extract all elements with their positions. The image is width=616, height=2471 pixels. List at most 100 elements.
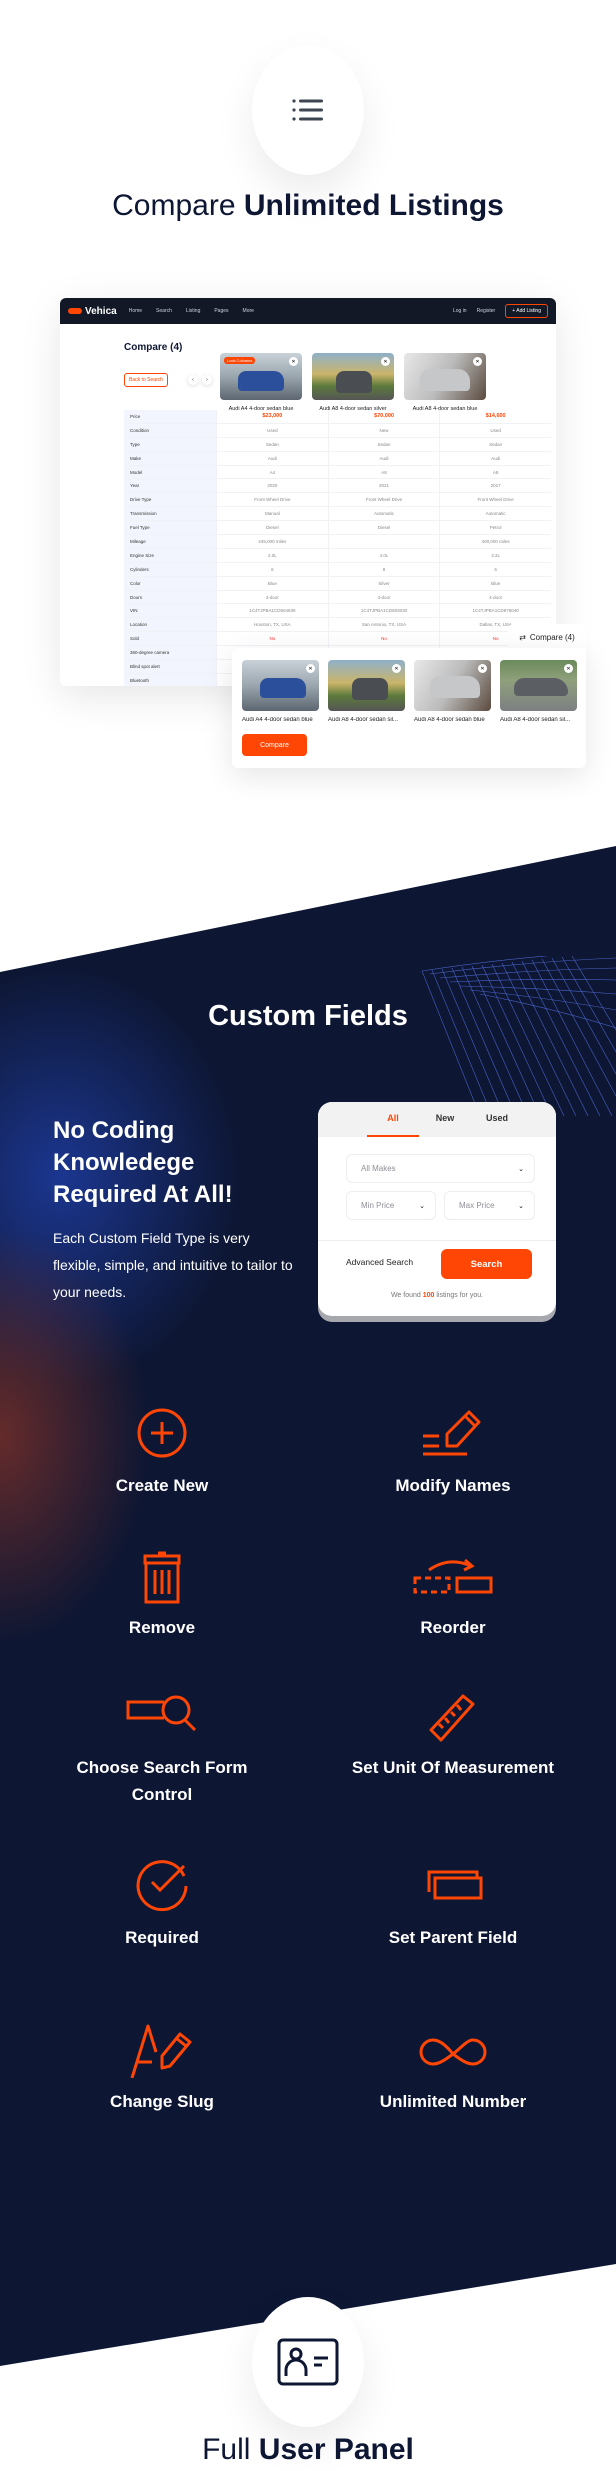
vehica-logo[interactable]: Vehica (68, 306, 117, 317)
table-row: Engine Size 2.0L 4.0L 3.2L (124, 548, 551, 563)
car-image: ✕ (312, 353, 394, 400)
row-label: Fuel Type (124, 521, 216, 535)
next-arrow-icon[interactable]: › (202, 375, 212, 385)
row-value: 8 (327, 562, 440, 576)
remove-icon[interactable]: ✕ (564, 664, 573, 673)
row-value: Silver (327, 576, 440, 590)
nav-more[interactable]: More (243, 308, 254, 314)
feature-set-unit-of-measurement: Set Unit Of Measurement (343, 1690, 563, 1781)
compare-button[interactable]: Compare (242, 734, 307, 756)
remove-icon[interactable]: ✕ (381, 357, 390, 366)
register-link[interactable]: Register (477, 308, 496, 314)
make-select[interactable]: All Makes ⌄ (346, 1154, 535, 1183)
lock-columns-badge[interactable]: Lock Columns (224, 357, 256, 364)
table-row: Cylinders 6 8 6 (124, 562, 551, 577)
list-icon (292, 99, 323, 121)
table-row: Drive Type Front Wheel Drive Front Wheel D… (124, 493, 551, 508)
min-price-select[interactable]: Min Price ⌄ (346, 1191, 436, 1220)
row-value: 4.0L (327, 548, 440, 562)
compare-page-title: Compare (4) (124, 342, 183, 353)
nav-home[interactable]: Home (129, 308, 142, 314)
results-count: We found 100 listings for you. (390, 1292, 484, 1299)
remove-icon[interactable]: ✕ (392, 664, 401, 673)
add-listing-button[interactable]: + Add Listing (505, 304, 548, 318)
feature-modify-names: Modify Names (343, 1408, 563, 1499)
car-name[interactable]: Audi A4 4-door sedan blue (242, 717, 319, 723)
condition-tabs: All New Used (318, 1102, 556, 1137)
car-name[interactable]: Audi A8 4-door sedan sil... (500, 717, 577, 723)
remove-icon[interactable]: ✕ (473, 357, 482, 366)
back-to-search-button[interactable]: Back to Search (124, 373, 168, 387)
row-value: 3.2L (439, 548, 551, 562)
check-circle-icon (52, 1860, 272, 1914)
table-row: Sold No No No (124, 632, 551, 647)
row-value: Houston, TX, USA (216, 618, 328, 632)
row-label: Make (124, 451, 216, 465)
nav-listing[interactable]: Listing (186, 308, 200, 314)
remove-icon[interactable]: ✕ (289, 357, 298, 366)
search-button[interactable]: Search (441, 1249, 532, 1279)
row-value: A8 (439, 465, 551, 479)
remove-icon[interactable]: ✕ (306, 664, 315, 673)
row-value: Sedan (439, 437, 551, 451)
advanced-search-link[interactable]: Advanced Search (346, 1257, 413, 1267)
row-value: 400,000 miles (439, 535, 551, 548)
car-image: ✕ (414, 660, 491, 711)
tab-new[interactable]: New (419, 1102, 471, 1137)
row-label: Drive Type (124, 493, 216, 507)
chevron-down-icon: ⌄ (518, 1165, 524, 1173)
custom-fields-heading: No Coding Knowledege Required At All! (53, 1117, 233, 1208)
max-price-select[interactable]: Max Price ⌄ (444, 1191, 535, 1220)
feature-unlimited-number: Unlimited Number (343, 2024, 563, 2115)
row-value: Sedan (216, 437, 328, 451)
car-image: ✕ (242, 660, 319, 711)
row-value: Audi (327, 451, 440, 465)
row-value: Sedan (327, 437, 440, 451)
pencil-lines-icon (343, 1408, 563, 1462)
logo-icon (68, 308, 82, 314)
row-value: Diesel (216, 521, 328, 535)
page: Compare Unlimited Listings Vehica Home S… (0, 0, 616, 2471)
login-link[interactable]: Log in (453, 308, 467, 314)
car-name[interactable]: Audi A8 4-door sedan blue (414, 717, 491, 723)
mock-menu: Home Search Listing Pages More (129, 308, 254, 314)
table-row: Make Audi Audi Audi (124, 451, 551, 466)
table-row: Year 2020 2021 2017 (124, 479, 551, 494)
row-value: No (327, 632, 440, 646)
tab-used[interactable]: Used (471, 1102, 523, 1137)
prev-arrow-icon[interactable]: ‹ (188, 375, 198, 385)
feature-remove: Remove (52, 1550, 272, 1641)
car-image: Lock Columns ✕ (220, 353, 302, 400)
mock-navbar: Vehica Home Search Listing Pages More Lo… (60, 298, 556, 324)
row-label: Color (124, 576, 216, 590)
tab-all[interactable]: All (367, 1102, 419, 1137)
row-value: 1C4TJPBA1CD876040 (439, 604, 551, 618)
row-value: 4-door (439, 590, 551, 604)
plus-circle-icon (52, 1408, 272, 1462)
nav-pages[interactable]: Pages (214, 308, 228, 314)
row-label: VIN (124, 604, 216, 618)
id-card-icon-badge (252, 2297, 364, 2427)
comparison-table: Price $23,000 $70,000 $14,600 Condition Used N… (124, 410, 551, 686)
row-label: Sold (124, 632, 216, 646)
row-value: Automatic (327, 507, 440, 521)
table-row: Color Blue Silver Blue (124, 576, 551, 591)
nav-search[interactable]: Search (156, 308, 172, 314)
row-value: Used (439, 423, 551, 437)
compare-panel: ✕ Audi A4 4-door sedan blue ✕ Audi A8 4-… (232, 648, 586, 768)
compare-section-title: Compare Unlimited Listings (112, 189, 504, 222)
text-edit-icon (52, 2024, 272, 2079)
row-value: Audi (439, 451, 551, 465)
panel-car: ✕ Audi A8 4-door sedan sil... (500, 660, 577, 723)
row-value: 2020 (216, 479, 328, 493)
custom-fields-description: Each Custom Field Type is very flexible,… (53, 1230, 293, 1300)
car-image: ✕ (328, 660, 405, 711)
row-value: San Antonio, TX, USA (327, 618, 440, 632)
remove-icon[interactable]: ✕ (478, 664, 487, 673)
compare-tab[interactable]: ⇄ Compare (4) (508, 624, 586, 650)
car-name[interactable]: Audi A8 4-door sedan sil... (328, 717, 405, 723)
row-value: Used (216, 423, 328, 437)
row-label: Transmission (124, 507, 216, 521)
row-label: Bluetooth (124, 673, 216, 686)
row-value: 6 (439, 562, 551, 576)
